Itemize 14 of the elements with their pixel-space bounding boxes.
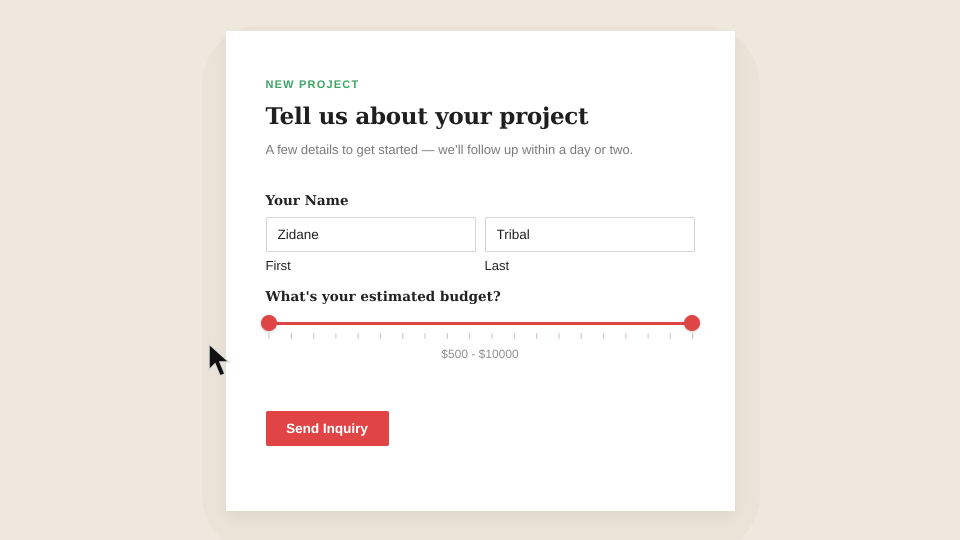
budget-label: What's your estimated budget? [266, 289, 502, 305]
slider-handle[interactable] [260, 315, 276, 331]
name-field[interactable]: Zidane [266, 217, 476, 252]
send-inquiry-button[interactable]: Send Inquiry [266, 411, 388, 446]
field-caption: Last [484, 258, 510, 273]
budget-slider[interactable] [260, 313, 700, 333]
eyebrow-label: NEW PROJECT [266, 79, 360, 91]
slider-handle[interactable] [684, 315, 700, 331]
form-subtitle: A few details to get started — we’ll follow up within a day or two. [266, 142, 634, 157]
field-caption: First [266, 258, 292, 273]
budget-reading: $500 - $10000 [440, 347, 520, 361]
name-label: Your Name [266, 193, 350, 209]
form-title: Tell us about your project [266, 103, 590, 130]
name-field[interactable]: Tribal [484, 217, 694, 252]
